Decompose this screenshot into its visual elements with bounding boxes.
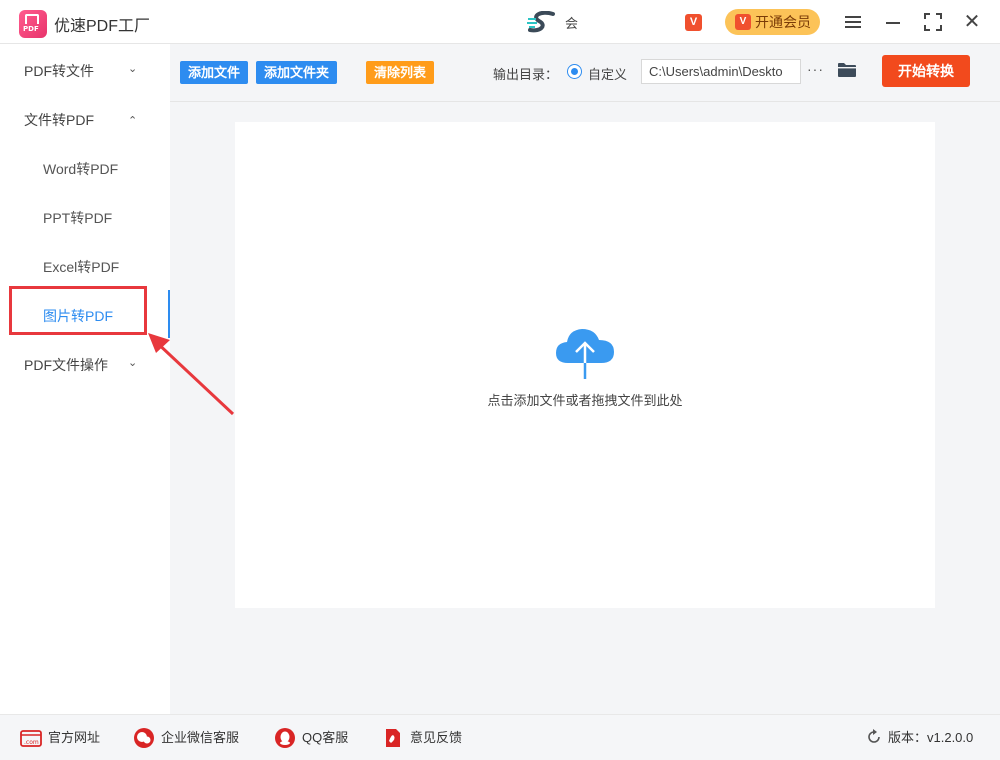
wechat-service-link[interactable]: 企业微信客服	[133, 728, 240, 748]
chevron-down-icon: ⌄	[128, 357, 138, 369]
more-icon[interactable]: ···	[807, 61, 824, 77]
toolbar: 添加文件 添加文件夹 清除列表 输出目录： 自定义 ··· 开始转换	[170, 44, 1000, 102]
app-title: 优速PDF工厂	[54, 18, 151, 35]
sidebar-group-pdf-to-file[interactable]: PDF转文件 ⌄	[24, 61, 137, 81]
brand-text: 会	[565, 16, 579, 31]
output-path-input[interactable]	[641, 59, 801, 84]
chevron-up-icon: ⌃	[128, 115, 138, 127]
cloud-upload-icon	[556, 329, 614, 379]
wechat-icon	[134, 728, 154, 748]
refresh-icon	[868, 729, 880, 743]
sidebar-item-excel-to-pdf[interactable]: Excel转PDF	[43, 257, 119, 277]
chevron-down-icon: ⌄	[128, 63, 138, 75]
sidebar-group-pdf-operations[interactable]: PDF文件操作 ⌄	[24, 355, 137, 375]
version-info[interactable]: 版本：v1.2.0.0	[866, 729, 973, 747]
feedback-link[interactable]: 意见反馈	[382, 729, 462, 747]
title-bar: 优速PDF工厂 会 V V 开通会员 ✕	[0, 0, 1000, 44]
add-folder-button[interactable]: 添加文件夹	[256, 61, 338, 84]
sidebar-group-label: PDF文件操作	[24, 357, 108, 373]
sidebar-group-label: 文件转PDF	[24, 112, 94, 128]
vip-badge-icon: V	[735, 14, 751, 30]
website-link-label: 官方网址	[48, 730, 101, 745]
qq-icon	[275, 728, 295, 748]
version-label: 版本：v1.2.0.0	[888, 730, 974, 745]
clear-list-button[interactable]: 清除列表	[366, 61, 435, 84]
app-logo-icon	[19, 10, 47, 38]
footer: .com 官方网址 企业微信客服 QQ客服 意见反馈 版本：v1.2.0.0	[0, 714, 1000, 760]
minimize-icon[interactable]	[881, 10, 905, 34]
qq-service-link[interactable]: QQ客服	[274, 728, 349, 748]
folder-icon[interactable]	[837, 61, 857, 79]
menu-icon[interactable]	[841, 10, 865, 34]
maximize-icon[interactable]	[921, 10, 945, 34]
web-icon: .com	[20, 730, 42, 747]
brand-logo-icon	[527, 11, 555, 33]
main-panel: 添加文件 添加文件夹 清除列表 输出目录： 自定义 ··· 开始转换 点击添加文…	[170, 44, 1000, 714]
sidebar-group-label: PDF转文件	[24, 63, 94, 79]
add-file-button[interactable]: 添加文件	[180, 61, 249, 84]
sidebar-item-ppt-to-pdf[interactable]: PPT转PDF	[43, 208, 112, 228]
wechat-service-label: 企业微信客服	[161, 730, 240, 745]
close-icon[interactable]: ✕	[960, 10, 984, 34]
sidebar-group-file-to-pdf[interactable]: 文件转PDF ⌃	[24, 110, 137, 130]
vip-icon[interactable]: V	[685, 14, 702, 31]
website-link[interactable]: .com 官方网址	[20, 729, 100, 747]
drop-zone[interactable]: 点击添加文件或者拖拽文件到此处	[235, 122, 935, 608]
open-vip-label: 开通会员	[755, 14, 811, 30]
start-convert-button[interactable]: 开始转换	[882, 55, 970, 87]
annotation-arrow-icon	[148, 333, 235, 416]
qq-service-label: QQ客服	[302, 730, 349, 745]
feedback-icon	[386, 729, 400, 747]
sidebar-item-word-to-pdf[interactable]: Word转PDF	[43, 159, 118, 179]
output-dir-label: 输出目录：	[493, 67, 559, 82]
feedback-label: 意见反馈	[410, 730, 463, 745]
svg-text:.com: .com	[24, 739, 39, 746]
highlight-box	[9, 286, 147, 335]
custom-radio[interactable]	[567, 64, 582, 79]
open-vip-button[interactable]: V 开通会员	[725, 9, 820, 35]
drop-hint: 点击添加文件或者拖拽文件到此处	[487, 393, 683, 408]
custom-radio-label[interactable]: 自定义	[588, 64, 627, 83]
